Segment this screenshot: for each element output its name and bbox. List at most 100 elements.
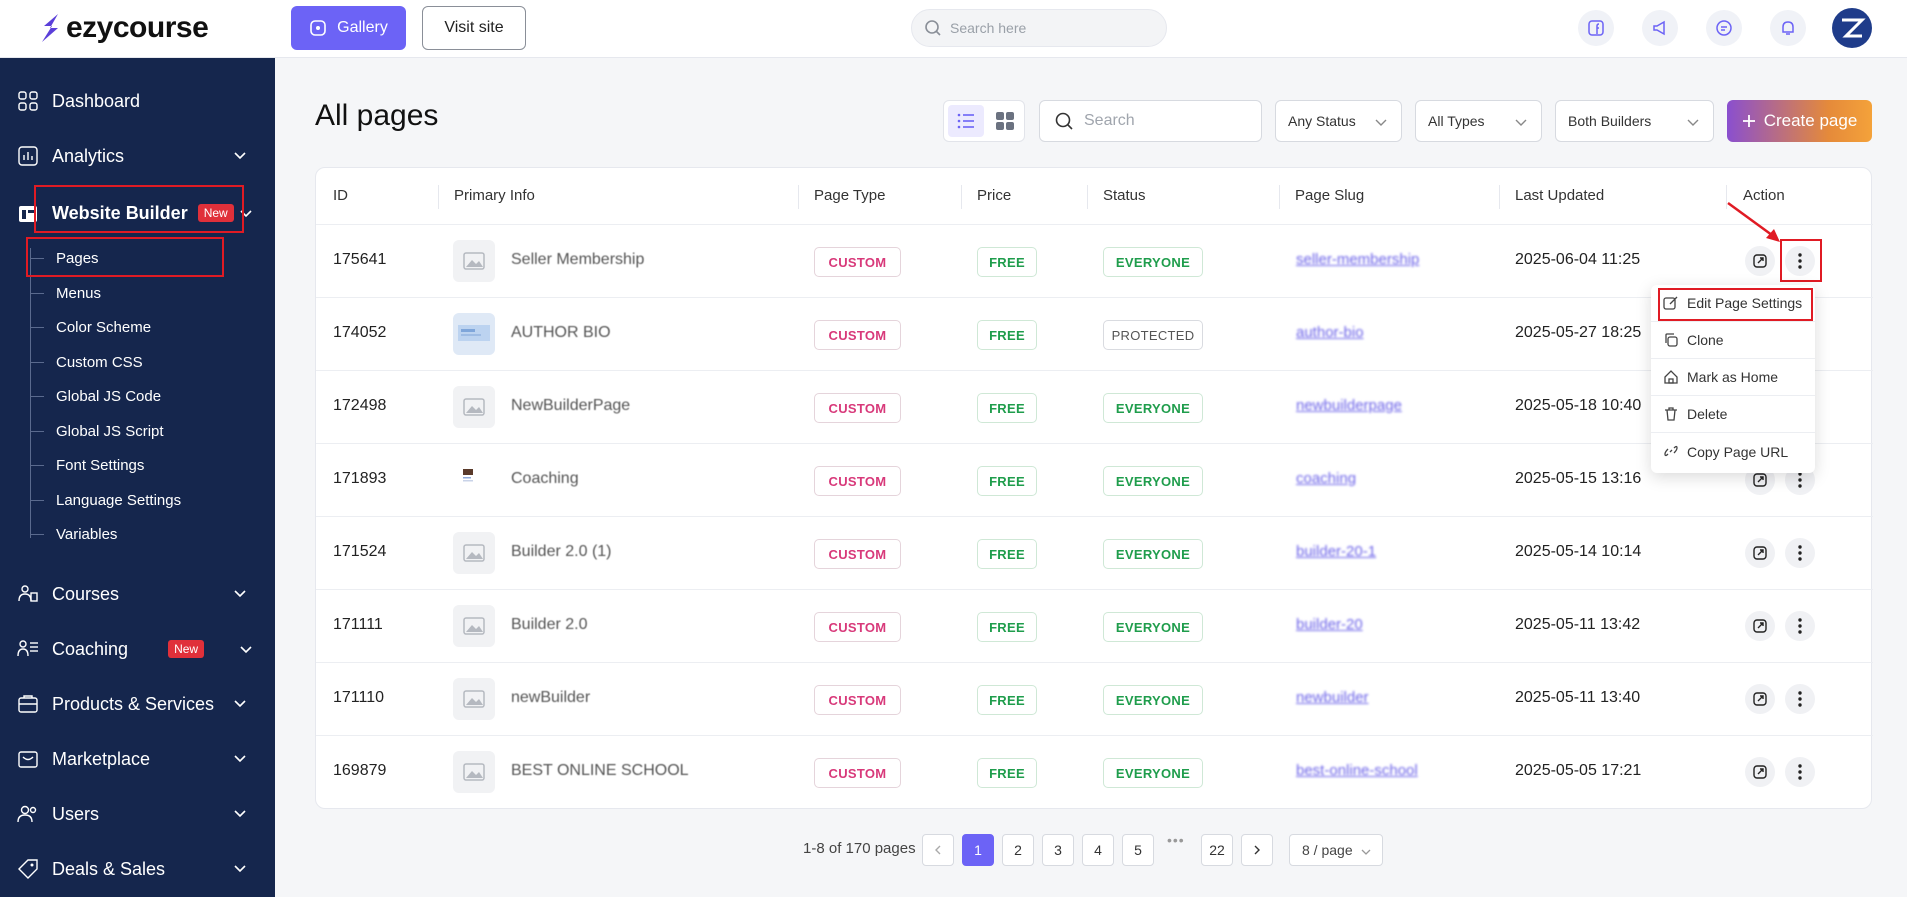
dashboard-icon (16, 89, 40, 113)
sidebar-item-products-services[interactable]: Products & Services (0, 682, 275, 726)
type-filter-value: All Types (1428, 113, 1485, 129)
gallery-button[interactable]: Gallery (291, 6, 406, 50)
page-name[interactable]: NewBuilderPage (511, 397, 630, 415)
visit-site-button[interactable]: Visit site (422, 6, 526, 50)
image-placeholder-icon (453, 751, 495, 793)
chevron-down-icon (234, 865, 246, 873)
open-editor-button[interactable] (1745, 611, 1775, 641)
page-id: 174052 (333, 324, 387, 341)
list-view-button[interactable] (948, 105, 984, 137)
pages-table: ID Primary Info Page Type Price Status P… (315, 167, 1873, 809)
kebab-menu-icon (1798, 545, 1802, 561)
page-name[interactable]: AUTHOR BIO (511, 324, 611, 342)
page-slug-link[interactable]: newbuilder (1296, 689, 1369, 706)
type-filter-select[interactable]: All Types (1415, 100, 1542, 142)
tree-tick (30, 465, 44, 466)
pages-search-input[interactable]: Search (1039, 100, 1262, 142)
table-row[interactable]: 171524 Builder 2.0 (1) CUSTOM FREE EVERY… (316, 517, 1873, 590)
sidebar-item-marketplace[interactable]: Marketplace (0, 737, 275, 781)
page-button-3[interactable]: 3 (1042, 834, 1074, 866)
more-actions-button[interactable] (1785, 611, 1815, 641)
page-slug-link[interactable]: seller-membership (1296, 251, 1419, 268)
sidebar-item-dashboard[interactable]: Dashboard (0, 79, 275, 123)
column-header-id: ID (333, 187, 348, 204)
menu-item-mark-as-home[interactable]: Mark as Home (1651, 359, 1815, 396)
chat-icon[interactable] (1706, 10, 1742, 46)
table-row[interactable]: 171110 newBuilder CUSTOM FREE EVERYONE n… (316, 663, 1873, 736)
edit-link-icon (1753, 692, 1767, 706)
grid-view-button[interactable] (988, 105, 1022, 137)
prev-page-button[interactable] (922, 834, 954, 866)
page-slug-link[interactable]: builder-20 (1296, 616, 1363, 633)
tree-tick (30, 293, 44, 294)
page-slug-link[interactable]: newbuilderpage (1296, 397, 1402, 414)
table-row[interactable]: 174052 AUTHOR BIO CUSTOM FREE PROTECTED … (316, 298, 1873, 371)
sidebar-item-analytics[interactable]: Analytics (0, 134, 275, 178)
page-button-4[interactable]: 4 (1082, 834, 1114, 866)
table-row[interactable]: 171893 Coaching CUSTOM FREE EVERYONE coa… (316, 444, 1873, 517)
menu-item-copy-page-url[interactable]: Copy Page URL (1651, 433, 1815, 470)
sidebar-item-coaching[interactable]: Coaching New (0, 627, 275, 671)
chevron-down-icon (240, 646, 252, 654)
status-filter-select[interactable]: Any Status (1275, 100, 1402, 142)
page-name[interactable]: BEST ONLINE SCHOOL (511, 762, 689, 780)
sidebar-sub-language-settings[interactable]: Language Settings (56, 487, 181, 513)
user-avatar[interactable] (1832, 8, 1872, 48)
builder-filter-select[interactable]: Both Builders (1555, 100, 1714, 142)
bell-icon[interactable] (1770, 10, 1806, 46)
page-name[interactable]: Builder 2.0 (511, 616, 588, 634)
more-actions-button[interactable] (1785, 684, 1815, 714)
page-name[interactable]: Builder 2.0 (1) (511, 543, 612, 561)
kebab-menu-icon (1798, 472, 1802, 488)
pagination-ellipsis[interactable]: ••• (1167, 832, 1185, 848)
page-slug-link[interactable]: best-online-school (1296, 762, 1418, 779)
open-editor-button[interactable] (1745, 757, 1775, 787)
create-page-button[interactable]: Create page (1727, 100, 1872, 142)
megaphone-icon[interactable] (1642, 10, 1678, 46)
page-button-5[interactable]: 5 (1122, 834, 1154, 866)
page-type-badge: CUSTOM (814, 247, 901, 277)
table-row[interactable]: 171111 Builder 2.0 CUSTOM FREE EVERYONE … (316, 590, 1873, 663)
sidebar-sub-menus[interactable]: Menus (56, 280, 101, 306)
sidebar-sub-font-settings[interactable]: Font Settings (56, 452, 144, 478)
page-slug-link[interactable]: builder-20-1 (1296, 543, 1376, 560)
page-thumbnail (453, 313, 495, 355)
table-row[interactable]: 172498 NewBuilderPage CUSTOM FREE EVERYO… (316, 371, 1873, 444)
image-placeholder-icon (453, 240, 495, 282)
more-actions-button[interactable] (1785, 538, 1815, 568)
page-button-2[interactable]: 2 (1002, 834, 1034, 866)
top-search-input[interactable]: Search here (911, 9, 1167, 47)
page-name[interactable]: Seller Membership (511, 251, 644, 269)
facebook-icon[interactable] (1578, 10, 1614, 46)
more-actions-button[interactable] (1785, 757, 1815, 787)
table-row[interactable]: 169879 BEST ONLINE SCHOOL CUSTOM FREE EV… (316, 736, 1873, 809)
sidebar-item-courses[interactable]: Courses (0, 572, 275, 616)
table-row[interactable]: 175641 Seller Membership CUSTOM FREE EVE… (316, 225, 1873, 298)
users-icon (16, 802, 40, 826)
open-editor-button[interactable] (1745, 538, 1775, 568)
sidebar-item-deals-sales[interactable]: Deals & Sales (0, 847, 275, 891)
page-button-1[interactable]: 1 (962, 834, 994, 866)
grid-view-icon (996, 112, 1014, 130)
sidebar-sub-global-js-script[interactable]: Global JS Script (56, 418, 164, 444)
sidebar: Dashboard Analytics Website Builder New … (0, 58, 275, 897)
page-button-last[interactable]: 22 (1201, 834, 1233, 866)
page-slug-link[interactable]: author-bio (1296, 324, 1364, 341)
sidebar-sub-variables[interactable]: Variables (56, 521, 117, 547)
sidebar-item-users[interactable]: Users (0, 792, 275, 836)
tree-tick (30, 396, 44, 397)
menu-item-delete[interactable]: Delete (1651, 396, 1815, 433)
open-editor-button[interactable] (1745, 246, 1775, 276)
page-size-select[interactable]: 8 / page (1289, 834, 1383, 866)
brand-logo[interactable]: ezycourse (38, 10, 209, 46)
next-page-button[interactable] (1241, 834, 1273, 866)
sidebar-sub-global-js-code[interactable]: Global JS Code (56, 383, 161, 409)
page-slug-link[interactable]: coaching (1296, 470, 1356, 487)
menu-item-clone[interactable]: Clone (1651, 322, 1815, 359)
sidebar-sub-custom-css[interactable]: Custom CSS (56, 349, 143, 375)
sidebar-item-label: Users (52, 803, 100, 824)
sidebar-sub-color-scheme[interactable]: Color Scheme (56, 314, 151, 340)
page-name[interactable]: newBuilder (511, 689, 590, 707)
open-editor-button[interactable] (1745, 684, 1775, 714)
page-name[interactable]: Coaching (511, 470, 579, 488)
